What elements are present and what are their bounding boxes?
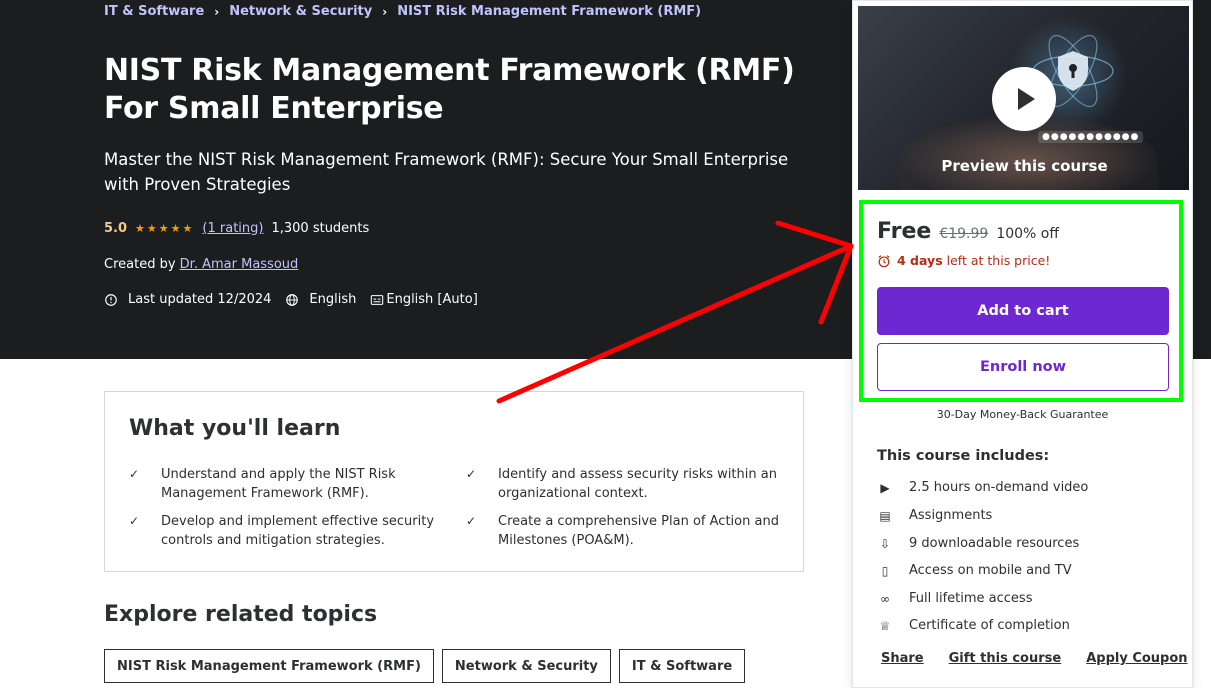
includes-item: ▯ Access on mobile and TV [877,563,1072,578]
share-link[interactable]: Share [881,651,924,666]
infinity-icon: ∞ [880,591,890,606]
check-icon: ✓ [129,514,140,528]
breadcrumb-nist-rmf[interactable]: NIST Risk Management Framework (RMF) [397,4,701,19]
apply-coupon-link[interactable]: Apply Coupon [1086,651,1187,666]
includes-item: ▶ 2.5 hours on-demand video [877,480,1088,495]
includes-item-label: 9 downloadable resources [909,536,1080,551]
explore-topics-title: Explore related topics [104,602,378,627]
star-icon: ★ [170,222,181,235]
learn-item: ✓ Understand and apply the NIST Risk Man… [129,465,471,503]
play-icon [1018,88,1035,110]
assignment-icon: ▤ [879,508,891,523]
rating-value: 5.0 [104,221,128,236]
includes-item-label: Full lifetime access [909,591,1033,606]
mobile-icon: ▯ [881,563,889,578]
learn-item: ✓ Develop and implement effective securi… [129,512,471,550]
play-button[interactable] [992,67,1056,131]
money-back-guarantee: 30-Day Money-Back Guarantee [936,408,1109,421]
learn-item-text: Understand and apply the NIST Risk Manag… [161,467,396,501]
preview-label: Preview this course [941,157,1108,175]
star-icon: ★ [182,222,193,235]
created-by: Created by Dr. Amar Massoud [104,257,298,272]
star-icon: ★ [146,222,157,235]
includes-title: This course includes: [877,448,1050,464]
chevron-right-icon: › [382,4,388,19]
course-subtitle: Master the NIST Risk Management Framewor… [104,150,789,194]
includes-item-label: Access on mobile and TV [909,563,1072,578]
course-title: NIST Risk Management Framework (RMF) For… [104,53,795,126]
what-you-learn-box: What you'll learn ✓ Understand and apply… [104,391,804,572]
video-icon: ▶ [880,480,890,495]
course-preview[interactable]: ●●●●●●●●●●● Preview this course [857,5,1190,191]
includes-item: ∞ Full lifetime access [877,591,1032,606]
check-icon: ✓ [466,514,477,528]
check-icon: ✓ [129,467,140,481]
learn-item-text: Develop and implement effective security… [161,514,435,548]
course-meta: Last updated 12/2024 English English [Au… [104,292,492,307]
topic-network-security[interactable]: Network & Security [441,649,611,683]
star-icon: ★ [135,222,145,235]
includes-item-label: Certificate of completion [909,618,1070,633]
last-updated: Last updated 12/2024 [128,292,272,307]
created-by-label: Created by [104,257,176,272]
alert-clock-icon [105,293,117,306]
related-topics: NIST Risk Management Framework (RMF) Net… [104,649,753,683]
password-dots-icon: ●●●●●●●●●●● [1038,131,1144,143]
globe-icon [286,293,299,306]
what-you-learn-title: What you'll learn [129,416,341,441]
student-count: 1,300 students [271,221,370,236]
trophy-icon: ♕ [879,618,891,633]
instructor-link[interactable]: Dr. Amar Massoud [180,257,299,272]
captions-icon [371,294,384,305]
learn-item: ✓ Create a comprehensive Plan of Action … [466,512,808,550]
star-icon: ★ [158,222,169,235]
rating-count-link[interactable]: (1 rating) [202,221,263,236]
course-captions: English [Auto] [386,292,478,307]
includes-item-label: 2.5 hours on-demand video [909,480,1089,495]
includes-item: ♕ Certificate of completion [877,618,1070,633]
learn-item-text: Identify and assess security risks withi… [498,467,777,501]
chevron-right-icon: › [214,4,220,19]
topic-it-software[interactable]: IT & Software [618,649,746,683]
highlight-box [859,200,1183,402]
rating-row: 5.0 ★ ★ ★ ★ ★ (1 rating) 1,300 students [104,221,369,236]
learn-item-text: Create a comprehensive Plan of Action an… [498,514,779,548]
breadcrumb: IT & Software › Network & Security › NIS… [104,4,701,19]
topic-nist-rmf[interactable]: NIST Risk Management Framework (RMF) [104,649,434,683]
includes-item-label: Assignments [909,508,993,523]
includes-item: ▤ Assignments [877,508,992,523]
star-rating: ★ ★ ★ ★ ★ [135,222,194,235]
card-links: Share Gift this course Apply Coupon [881,651,1211,666]
check-icon: ✓ [466,467,477,481]
course-language: English [309,292,357,307]
download-file-icon: ⇩ [879,536,891,551]
includes-item: ⇩ 9 downloadable resources [877,536,1079,551]
breadcrumb-it-software[interactable]: IT & Software [104,4,204,19]
breadcrumb-network-security[interactable]: Network & Security [229,4,372,19]
gift-course-link[interactable]: Gift this course [949,651,1062,666]
learn-item: ✓ Identify and assess security risks wit… [466,465,808,503]
